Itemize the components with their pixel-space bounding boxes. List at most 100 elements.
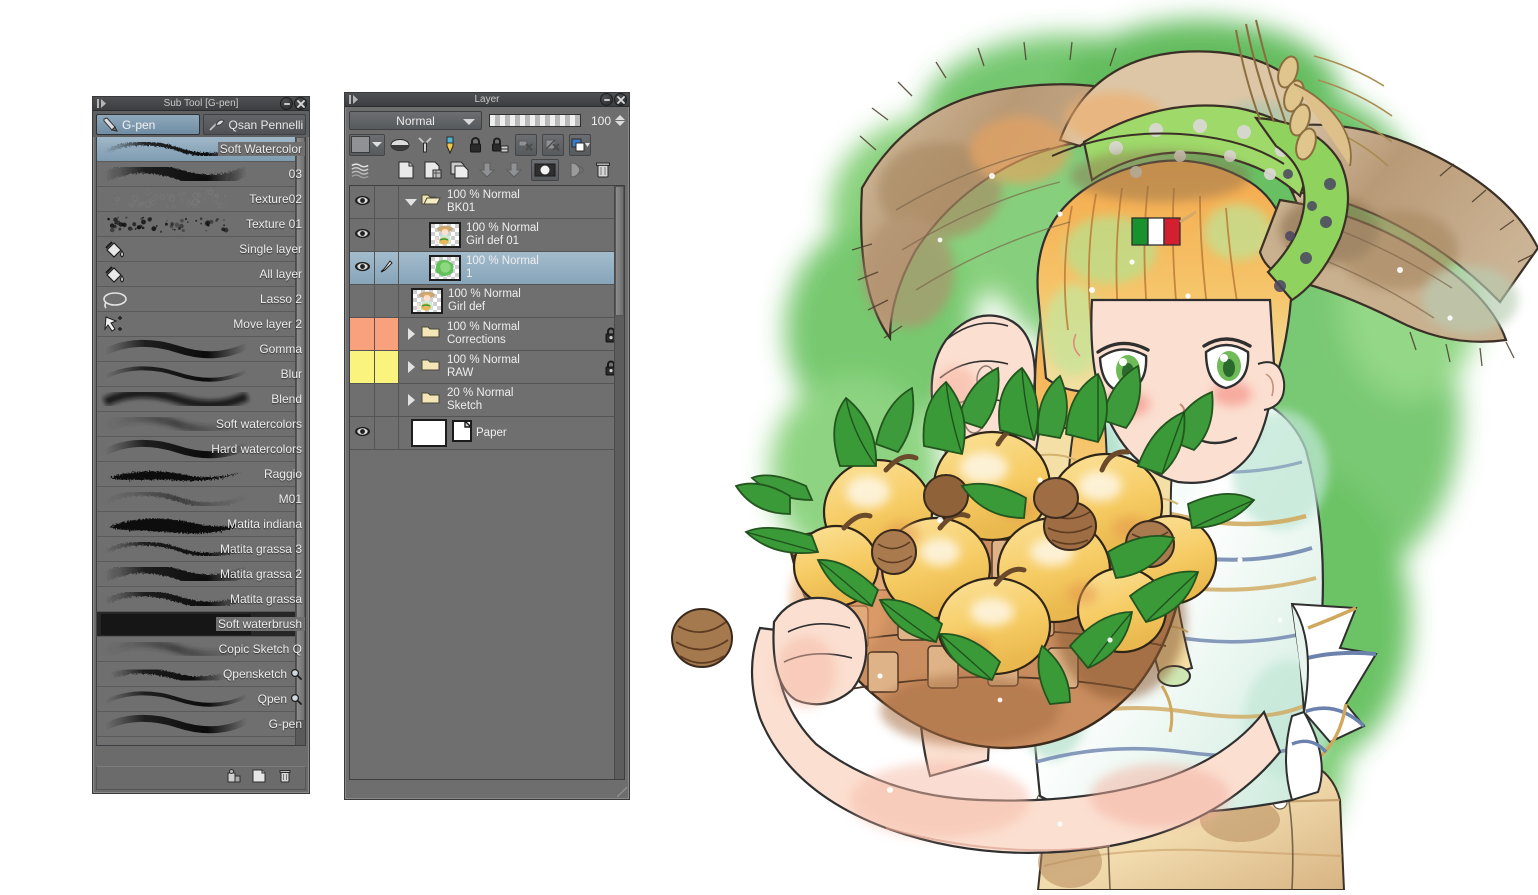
lock-transparent-pixels-icon[interactable] bbox=[490, 135, 510, 155]
clip-to-layer-below-icon[interactable] bbox=[515, 134, 537, 156]
layer-reference-toggle[interactable] bbox=[375, 285, 399, 317]
resize-handle[interactable] bbox=[617, 787, 627, 797]
new-raster-layer-icon[interactable] bbox=[396, 160, 416, 180]
sub-tool-item[interactable]: Soft waterbrush bbox=[97, 612, 305, 637]
layer-reference-toggle[interactable] bbox=[375, 318, 399, 350]
sub-tool-item[interactable]: Blend bbox=[97, 387, 305, 412]
sub-tool-item[interactable]: Soft Watercolor bbox=[97, 137, 305, 162]
layer-reference-toggle[interactable] bbox=[375, 252, 399, 284]
opacity-stepper[interactable] bbox=[615, 115, 625, 126]
palette-color-icon[interactable] bbox=[569, 134, 591, 156]
layer-content[interactable]: 100 % Normal 1 bbox=[399, 252, 624, 284]
layer-palette[interactable]: Layer Normal 100 100 % Normal BK01 100 %… bbox=[344, 92, 630, 800]
sub-tool-item[interactable]: Gomma bbox=[97, 337, 305, 362]
layer-reference-toggle[interactable] bbox=[375, 417, 399, 449]
layer-row[interactable]: 100 % Normal Girl def 01 bbox=[350, 219, 624, 252]
layer-visibility-toggle[interactable] bbox=[350, 219, 375, 251]
chevron-right-icon[interactable] bbox=[401, 361, 421, 373]
sub-tool-tab-g-pen[interactable]: G-pen bbox=[96, 114, 200, 135]
close-icon[interactable] bbox=[614, 93, 627, 106]
close-icon[interactable] bbox=[294, 97, 307, 110]
sub-tool-item[interactable]: Single layer bbox=[97, 237, 305, 262]
drag-grip-icon[interactable] bbox=[347, 94, 361, 105]
sub-tool-item[interactable]: Matita indiana bbox=[97, 512, 305, 537]
create-copy-of-sub-tool-icon[interactable] bbox=[251, 768, 267, 789]
layer-mask-icon[interactable] bbox=[390, 135, 410, 155]
merge-down-icon[interactable] bbox=[477, 160, 497, 180]
layer-reference-toggle[interactable] bbox=[375, 186, 399, 218]
draft-layer-icon[interactable] bbox=[440, 135, 460, 155]
sub-tool-footer[interactable] bbox=[96, 766, 306, 790]
sub-tool-item[interactable]: Matita grassa 3 bbox=[97, 537, 305, 562]
chevron-down-icon[interactable] bbox=[401, 199, 421, 206]
layer-row[interactable]: 100 % Normal BK01 bbox=[350, 186, 624, 219]
sub-tool-item[interactable]: Blur bbox=[97, 362, 305, 387]
layer-reference-toggle[interactable] bbox=[375, 351, 399, 383]
sub-tool-item[interactable]: 03 bbox=[97, 162, 305, 187]
new-layer-folder-icon[interactable] bbox=[423, 160, 443, 180]
layer-visibility-toggle[interactable] bbox=[350, 285, 375, 317]
apply-mask-icon[interactable] bbox=[566, 160, 586, 180]
drag-grip-icon[interactable] bbox=[95, 98, 109, 109]
ruler-icon[interactable] bbox=[415, 135, 435, 155]
combine-layers-icon[interactable] bbox=[504, 160, 524, 180]
illustration-canvas[interactable] bbox=[640, 0, 1538, 890]
layer-content[interactable]: 100 % Normal Girl def 01 bbox=[399, 219, 624, 251]
sub-tool-item[interactable]: Copic Sketch Q bbox=[97, 637, 305, 662]
layer-content[interactable]: 100 % Normal Corrections bbox=[399, 318, 624, 350]
sub-tool-item[interactable]: Raggio bbox=[97, 462, 305, 487]
layer-properties-icon[interactable] bbox=[350, 160, 370, 180]
sub-tool-item[interactable]: Matita grassa 2 bbox=[97, 562, 305, 587]
sub-tool-item[interactable]: Matita grassa bbox=[97, 587, 305, 612]
delete-sub-tool-icon[interactable] bbox=[277, 768, 293, 789]
layer-reference-toggle[interactable] bbox=[375, 384, 399, 416]
sub-tool-item[interactable]: All layer bbox=[97, 262, 305, 287]
sub-tool-tab-bar[interactable]: G-pen Qsan Pennelli bbox=[93, 111, 309, 137]
lock-layer-icon[interactable] bbox=[465, 135, 485, 155]
layer-content[interactable]: Paper bbox=[399, 417, 624, 449]
layer-row[interactable]: 100 % Normal Corrections bbox=[350, 318, 624, 351]
sub-tool-tab-qsan-pennelli[interactable]: Qsan Pennelli bbox=[203, 114, 307, 135]
layer-row[interactable]: 100 % Normal 1 bbox=[350, 252, 624, 285]
sub-tool-item[interactable]: Lasso 2 bbox=[97, 287, 305, 312]
sub-tool-item[interactable]: Texture 01 bbox=[97, 212, 305, 237]
layer-scrollbar[interactable] bbox=[614, 186, 624, 779]
sub-tool-palette[interactable]: Sub Tool [G-pen] G-pen Qsan Pennelli Sof… bbox=[92, 96, 310, 794]
layer-row[interactable]: 20 % Normal Sketch bbox=[350, 384, 624, 417]
blend-mode-row[interactable]: Normal 100 bbox=[349, 111, 625, 130]
sub-tool-item[interactable]: Soft watercolors bbox=[97, 412, 305, 437]
sub-tool-item[interactable]: Hard watercolors bbox=[97, 437, 305, 462]
sub-tool-item[interactable]: M01 bbox=[97, 487, 305, 512]
duplicate-layer-icon[interactable] bbox=[450, 160, 470, 180]
layer-visibility-toggle[interactable] bbox=[350, 384, 375, 416]
layer-visibility-toggle[interactable] bbox=[350, 318, 375, 350]
blend-mode-select[interactable]: Normal bbox=[349, 111, 482, 130]
chevron-right-icon[interactable] bbox=[401, 328, 421, 340]
minimize-icon[interactable] bbox=[600, 93, 613, 106]
layer-row[interactable]: 100 % Normal Girl def bbox=[350, 285, 624, 318]
layer-content[interactable]: 20 % Normal Sketch bbox=[399, 384, 624, 416]
layer-row[interactable]: 100 % Normal RAW bbox=[350, 351, 624, 384]
layer-mask-button-icon[interactable] bbox=[531, 159, 559, 181]
layer-content[interactable]: 100 % Normal Girl def bbox=[399, 285, 624, 317]
layer-visibility-toggle[interactable] bbox=[350, 252, 375, 284]
opacity-slider[interactable] bbox=[489, 114, 581, 127]
layer-list[interactable]: 100 % Normal BK01 100 % Normal Girl def 01… bbox=[349, 185, 625, 780]
sub-tool-item[interactable]: Qpensketch bbox=[97, 662, 305, 687]
sub-tool-item[interactable]: Qpen bbox=[97, 687, 305, 712]
minimize-icon[interactable] bbox=[280, 97, 293, 110]
sub-tool-item[interactable]: G-pen bbox=[97, 712, 305, 737]
show-all-sub-tool-icon[interactable] bbox=[225, 768, 241, 789]
sub-tool-item[interactable]: Move layer 2 bbox=[97, 312, 305, 337]
layer-visibility-toggle[interactable] bbox=[350, 351, 375, 383]
layer-toolbar-row-2[interactable] bbox=[349, 158, 625, 182]
layer-content[interactable]: 100 % Normal BK01 bbox=[399, 186, 624, 218]
layer-visibility-toggle[interactable] bbox=[350, 417, 375, 449]
sub-tool-list[interactable]: Soft Watercolor 03 Texture02 Texture 01 … bbox=[96, 137, 306, 746]
sub-tool-item[interactable]: Texture02 bbox=[97, 187, 305, 212]
layer-visibility-toggle[interactable] bbox=[350, 186, 375, 218]
delete-layer-icon[interactable] bbox=[593, 160, 613, 180]
chevron-right-icon[interactable] bbox=[401, 394, 421, 406]
layer-mask-enable-icon[interactable] bbox=[542, 134, 564, 156]
layer-title-bar[interactable]: Layer bbox=[345, 93, 629, 107]
